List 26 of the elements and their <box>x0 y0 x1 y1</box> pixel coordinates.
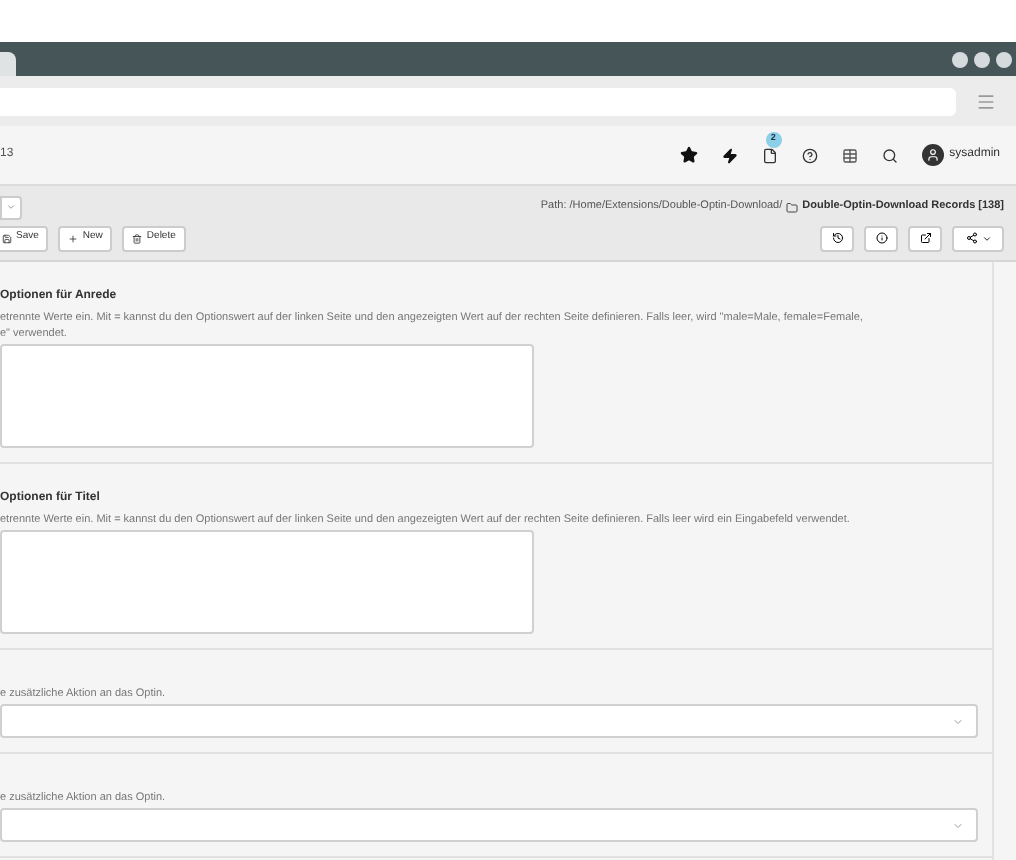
bolt-icon[interactable] <box>721 147 738 163</box>
search-icon[interactable] <box>881 147 898 163</box>
chevron-down-icon <box>6 202 16 212</box>
help-icon[interactable] <box>801 147 818 163</box>
share-button[interactable] <box>952 225 1004 251</box>
external-link-icon <box>919 232 931 244</box>
select-field[interactable] <box>0 704 978 738</box>
info-button[interactable] <box>864 225 898 251</box>
share-icon <box>965 232 977 244</box>
folder-icon <box>786 201 799 213</box>
open-external-button[interactable] <box>908 225 942 251</box>
info-icon <box>875 232 887 244</box>
chevron-down-icon <box>952 715 964 727</box>
floppy-disk-icon <box>2 233 12 243</box>
plus-icon <box>68 233 79 243</box>
file-icon[interactable] <box>761 147 778 163</box>
star-icon[interactable] <box>679 146 698 164</box>
trash-icon <box>132 233 143 243</box>
chevron-down-icon <box>952 819 964 831</box>
history-icon <box>831 232 843 244</box>
avatar-icon[interactable] <box>921 144 944 166</box>
browser-tab[interactable] <box>0 52 16 76</box>
table-icon[interactable] <box>841 147 858 163</box>
chevron-down-icon <box>981 233 991 243</box>
select-field[interactable] <box>0 808 978 842</box>
history-button[interactable] <box>820 225 854 251</box>
